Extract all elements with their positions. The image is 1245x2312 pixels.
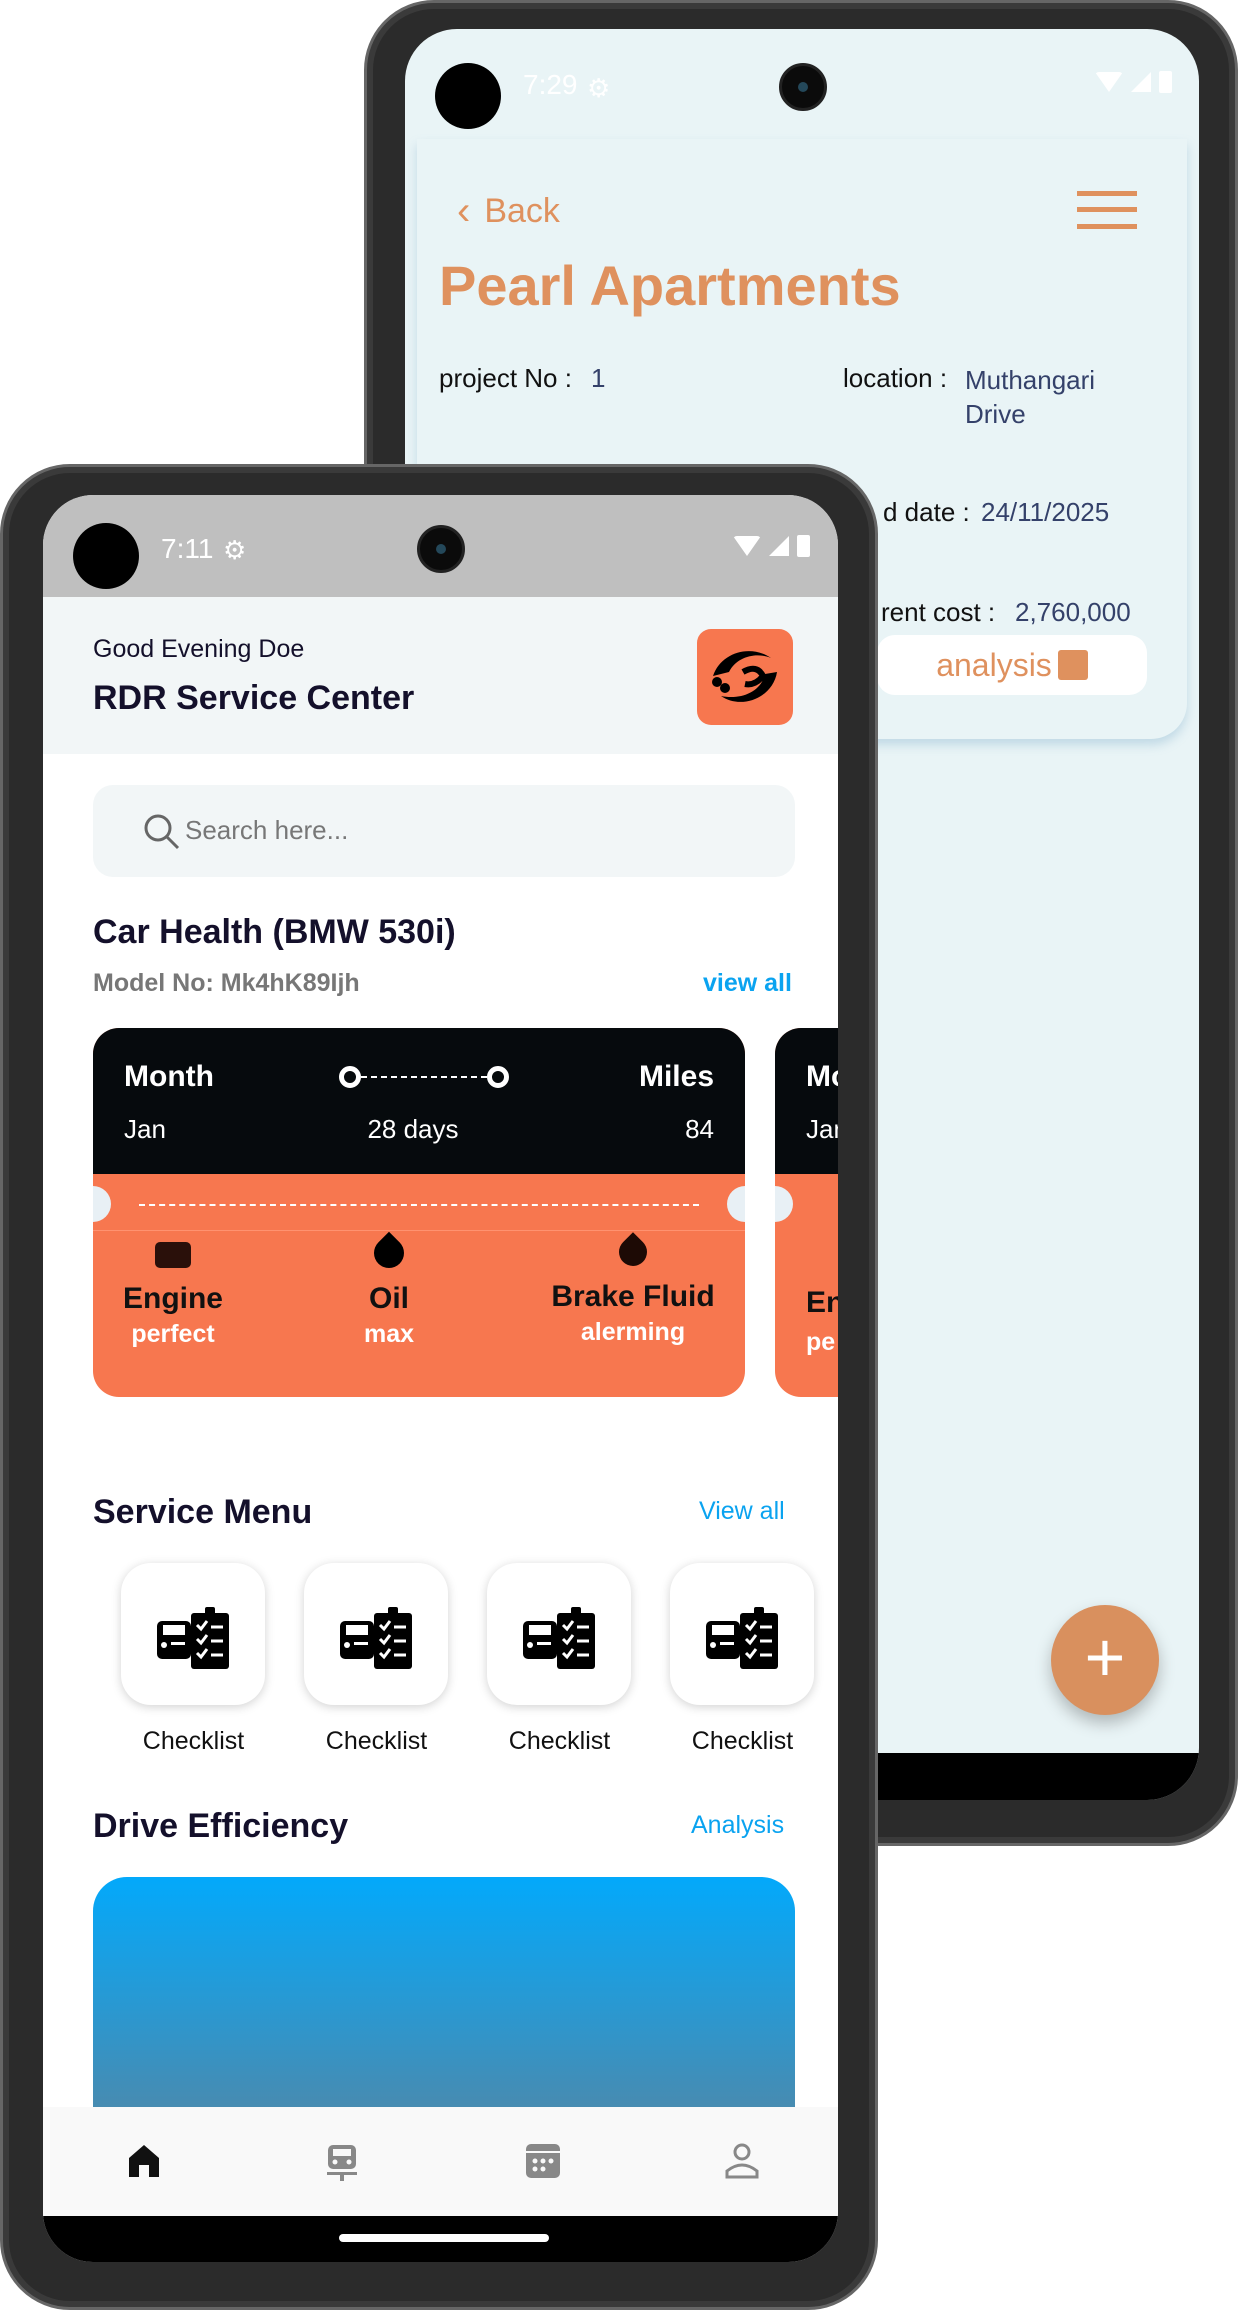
- signal-icon: [769, 536, 789, 556]
- page-title: Pearl Apartments: [439, 254, 901, 317]
- cost-value: 2,760,000: [1015, 597, 1131, 627]
- service-item-label: Checklist: [508, 1727, 611, 1755]
- front-camera: [779, 63, 827, 111]
- greeting: Good Evening Doe: [93, 635, 305, 663]
- drive-efficiency-chart: [93, 1877, 795, 2117]
- analysis-link[interactable]: Analysis: [691, 1811, 784, 1840]
- month-value: Jan: [124, 1114, 166, 1144]
- project-no-value: 1: [591, 363, 606, 393]
- health-item-engine: Engine perfect: [103, 1242, 243, 1349]
- drive-efficiency-title: Drive Efficiency: [93, 1807, 349, 1845]
- timeline-icon: [339, 1066, 509, 1088]
- car-health-card-2[interactable]: Mo Jan En pe: [775, 1028, 838, 1397]
- car-icon: [327, 2145, 357, 2181]
- back-button[interactable]: ‹ Back: [457, 189, 560, 234]
- service-item-checklist[interactable]: [304, 1563, 448, 1705]
- ticket-notch-right: [727, 1186, 745, 1222]
- engine-icon: [155, 1242, 191, 1268]
- add-fab[interactable]: +: [1051, 1605, 1159, 1715]
- battery-icon: [1159, 71, 1172, 93]
- signal-icon: [1131, 72, 1151, 92]
- analysis-button[interactable]: analysis: [877, 635, 1147, 695]
- service-item-label: Checklist: [142, 1727, 245, 1755]
- car-health-card[interactable]: Month Jan 28 days Miles 84 Engine perfec…: [93, 1028, 745, 1397]
- car-checklist-icon: [340, 1607, 412, 1669]
- date-value: 24/11/2025: [981, 497, 1110, 527]
- miles-value: 84: [685, 1114, 714, 1144]
- view-all-link[interactable]: view all: [703, 969, 792, 998]
- front-screen: 7:11 ⚙ Good Evening Doe RDR Service Cent…: [43, 495, 838, 2262]
- home-indicator[interactable]: [339, 2234, 549, 2242]
- project-no-label: project No :: [439, 363, 572, 393]
- nav-home[interactable]: [127, 2143, 161, 2182]
- health-item-brake-fluid: Brake Fluid alerming: [533, 1232, 733, 1347]
- service-item-checklist[interactable]: [487, 1563, 631, 1705]
- service-view-all[interactable]: View all: [699, 1497, 785, 1526]
- settings-icon: ⚙: [587, 73, 611, 103]
- camera-blob: [73, 523, 139, 589]
- app-title: RDR Service Center: [93, 679, 415, 717]
- car-checklist-icon: [706, 1607, 778, 1669]
- settings-icon: ⚙: [223, 535, 247, 565]
- status-icons: [1095, 71, 1172, 93]
- chevron-left-icon: ‹: [457, 189, 471, 233]
- camera-blob: [435, 63, 501, 129]
- status-icons: [733, 535, 810, 557]
- menu-icon[interactable]: [1077, 191, 1137, 229]
- health-item-oil: Oil max: [319, 1231, 459, 1349]
- caring-hands-icon: [712, 651, 777, 702]
- wifi-icon: [1095, 72, 1123, 92]
- location-value: Muthangari Drive: [965, 365, 1096, 429]
- status-time: 7:29: [523, 69, 578, 100]
- car-checklist-icon: [157, 1607, 229, 1669]
- search-icon: [144, 814, 180, 850]
- service-item-label: Checklist: [325, 1727, 428, 1755]
- service-item-label: Checklist: [691, 1727, 794, 1755]
- duration-value: 28 days: [367, 1114, 459, 1144]
- car-health-title: Car Health (BMW 530i): [93, 913, 456, 951]
- model-number: Model No: Mk4hK89Ijh: [93, 969, 360, 997]
- service-item-checklist[interactable]: [670, 1563, 814, 1705]
- ticket-notch-left: [93, 1186, 111, 1222]
- front-phone: 7:11 ⚙ Good Evening Doe RDR Service Cent…: [0, 464, 878, 2310]
- location-label: location :: [843, 363, 948, 393]
- wifi-icon: [733, 536, 761, 556]
- service-menu-title: Service Menu: [93, 1493, 313, 1531]
- home-icon: [129, 2145, 159, 2177]
- status-time: 7:11: [161, 533, 214, 564]
- service-item-checklist[interactable]: [121, 1563, 265, 1705]
- search-input[interactable]: Search here...: [93, 785, 795, 877]
- bottom-nav: [43, 2107, 838, 2216]
- calendar-icon: [526, 2144, 560, 2178]
- month-label: Month: [124, 1060, 214, 1093]
- nav-profile[interactable]: [725, 2143, 759, 2184]
- battery-icon: [797, 535, 810, 557]
- miles-label: Miles: [638, 1060, 714, 1093]
- drop-icon: [613, 1232, 653, 1272]
- car-checklist-icon: [523, 1607, 595, 1669]
- nav-calendar[interactable]: [525, 2143, 561, 2184]
- logo: [697, 629, 793, 725]
- oil-drop-icon: [367, 1231, 411, 1275]
- date-label: d date :: [883, 497, 970, 527]
- search-placeholder: Search here...: [185, 815, 349, 845]
- cost-label: rent cost :: [881, 597, 996, 627]
- profile-icon: [725, 2143, 759, 2179]
- front-camera: [417, 525, 465, 573]
- bar-chart-icon: [1057, 650, 1088, 680]
- nav-car[interactable]: [325, 2143, 359, 2186]
- dashed-divider: [139, 1204, 699, 1206]
